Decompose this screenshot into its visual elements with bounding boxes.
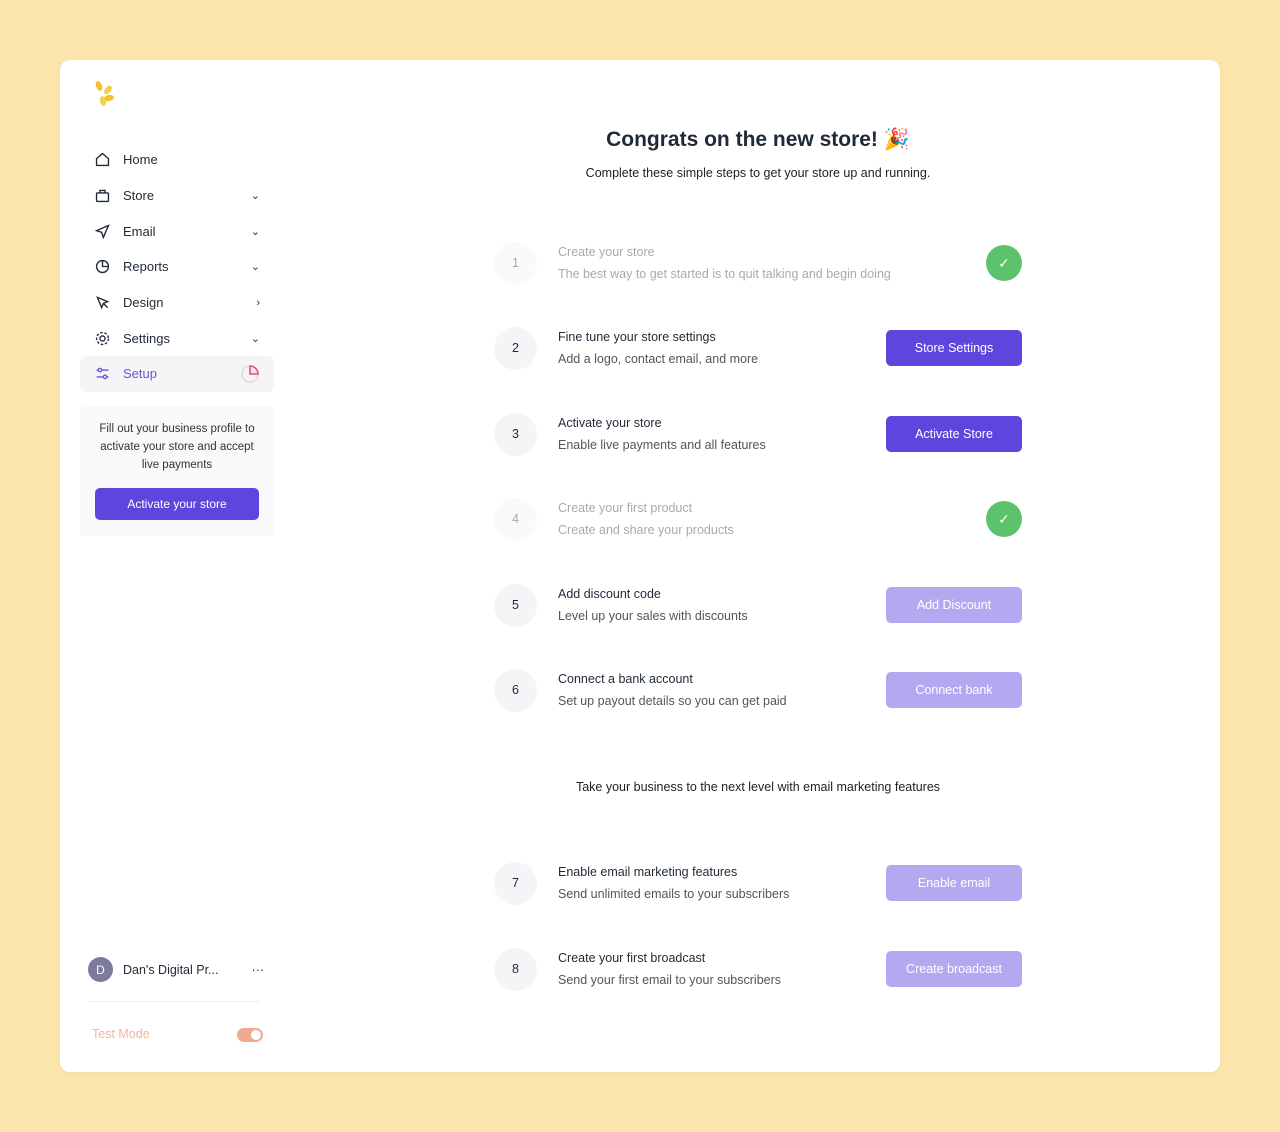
setup-step: 8 Create your first broadcast Send your … — [494, 947, 1022, 991]
step-description: Level up your sales with discounts — [558, 609, 748, 623]
step-title: Fine tune your store settings — [558, 330, 716, 344]
step-description: Set up payout details so you can get pai… — [558, 694, 787, 708]
avatar: D — [88, 957, 113, 982]
step-action-button[interactable]: Activate Store — [886, 416, 1022, 452]
check-icon: ✓ — [986, 245, 1022, 281]
send-icon — [94, 223, 110, 240]
step-title: Add discount code — [558, 587, 661, 601]
setup-step: 5 Add discount code Level up your sales … — [494, 583, 1022, 627]
more-icon[interactable]: ··· — [252, 963, 265, 977]
step-number: 8 — [494, 947, 537, 991]
home-icon — [95, 152, 110, 167]
email-section-heading: Take your business to the next level wit… — [575, 780, 941, 794]
sidebar-item-home[interactable]: Home — [80, 142, 274, 178]
step-number: 6 — [494, 668, 537, 712]
chevron-right-icon[interactable]: › — [256, 297, 260, 309]
step-action-button[interactable]: Connect bank — [886, 672, 1022, 708]
step-description: Create and share your products — [558, 523, 734, 537]
chevron-down-icon[interactable]: ⌄ — [251, 260, 260, 273]
setup-step: 1 Create your store The best way to get … — [494, 241, 1022, 285]
step-description: Send unlimited emails to your subscriber… — [558, 887, 790, 901]
check-icon: ✓ — [986, 501, 1022, 537]
step-title: Create your first product — [558, 501, 693, 515]
step-action-button[interactable]: Enable email — [886, 865, 1022, 901]
sidebar-item-design[interactable]: Design › — [80, 285, 274, 321]
step-description: Enable live payments and all features — [558, 438, 766, 452]
step-number: 7 — [494, 861, 537, 905]
test-mode-label: Test Mode — [92, 1027, 150, 1041]
logo-icon — [95, 81, 114, 106]
step-title: Enable email marketing features — [558, 865, 738, 879]
pie-chart-icon — [95, 260, 110, 274]
setup-step: 2 Fine tune your store settings Add a lo… — [494, 326, 1022, 370]
step-number: 4 — [494, 497, 537, 541]
sidebar-nav: Home Store ⌄ Email ⌄ Reports ⌄ Design › … — [80, 142, 274, 392]
bag-icon — [95, 189, 110, 203]
page-title: Congrats on the new store! 🎉 — [606, 128, 910, 151]
setup-step: 4 Create your first product Create and s… — [494, 497, 1022, 541]
chevron-down-icon[interactable]: ⌄ — [251, 189, 260, 202]
sidebar-item-label: Email — [123, 223, 156, 239]
step-title: Connect a bank account — [558, 672, 693, 686]
setup-step: 6 Connect a bank account Set up payout d… — [494, 668, 1022, 712]
activate-your-store-button[interactable]: Activate your store — [95, 488, 259, 520]
sidebar-item-reports[interactable]: Reports ⌄ — [80, 249, 274, 285]
sidebar-item-label: Reports — [123, 259, 169, 275]
step-description: Add a logo, contact email, and more — [558, 352, 759, 366]
sidebar-item-setup[interactable]: Setup — [80, 356, 274, 392]
page-subtitle: Complete these simple steps to get your … — [585, 166, 931, 180]
sidebar-item-store[interactable]: Store ⌄ — [80, 178, 274, 214]
sidebar-item-label: Settings — [123, 330, 170, 346]
chevron-down-icon[interactable]: ⌄ — [251, 332, 260, 345]
chevron-down-icon[interactable]: ⌄ — [251, 225, 260, 238]
step-number: 2 — [494, 326, 537, 370]
step-title: Create your first broadcast — [558, 951, 706, 965]
sidebar-item-label: Home — [123, 152, 158, 168]
step-title: Create your store — [558, 245, 655, 259]
sidebar-item-email[interactable]: Email ⌄ — [80, 213, 274, 249]
cursor-icon — [96, 296, 110, 310]
sidebar-item-label: Setup — [123, 366, 157, 382]
step-description: Send your first email to your subscriber… — [558, 973, 782, 987]
step-number: 3 — [494, 412, 537, 456]
account-name: Dan's Digital Pr... — [123, 962, 219, 977]
step-action-button[interactable]: Create broadcast — [886, 951, 1022, 987]
step-number: 5 — [494, 583, 537, 627]
step-title: Activate your store — [558, 416, 662, 430]
test-mode-toggle[interactable] — [237, 1028, 263, 1042]
progress-pie-icon — [241, 365, 259, 383]
step-description: The best way to get started is to quit t… — [558, 267, 891, 281]
sidebar-item-label: Store — [123, 188, 155, 204]
sliders-icon — [96, 368, 109, 380]
promo-text: Fill out your business profile to activa… — [99, 423, 255, 471]
gear-icon — [95, 331, 110, 345]
setup-step: 3 Activate your store Enable live paymen… — [494, 412, 1022, 456]
sidebar-item-label: Design — [123, 295, 164, 311]
account-switcher[interactable]: D Dan's Digital Pr... ··· — [88, 957, 264, 982]
activate-promo: Fill out your business profile to activa… — [80, 406, 274, 536]
step-action-button[interactable]: Add Discount — [886, 587, 1022, 623]
setup-step: 7 Enable email marketing features Send u… — [494, 861, 1022, 905]
sidebar-item-settings[interactable]: Settings ⌄ — [80, 320, 274, 356]
step-action-button[interactable]: Store Settings — [886, 330, 1022, 366]
divider — [88, 1001, 260, 1002]
step-number: 1 — [494, 241, 537, 285]
